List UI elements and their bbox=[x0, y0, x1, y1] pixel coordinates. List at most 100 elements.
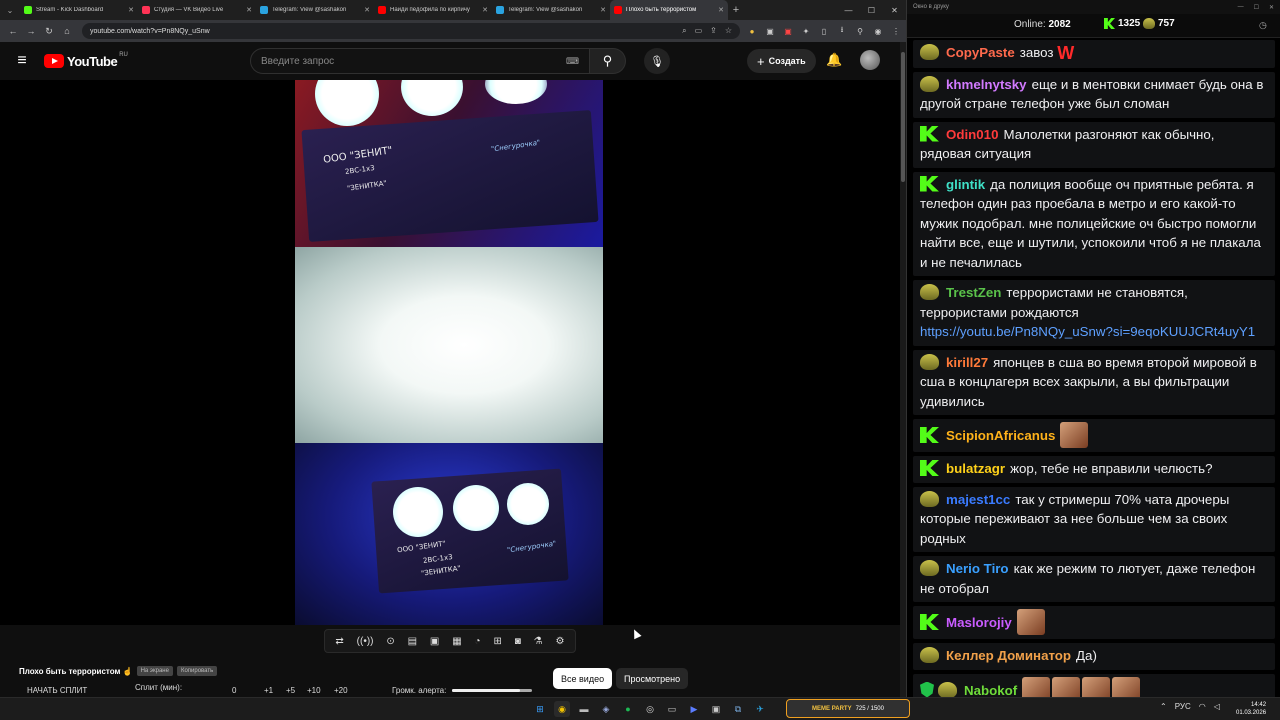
youtube-logo[interactable]: YouTube RU bbox=[44, 52, 128, 69]
chat-message[interactable]: TrestZen террористами не становятся, терр… bbox=[913, 280, 1275, 346]
chat-username[interactable]: CopyPaste bbox=[946, 45, 1015, 60]
minimize-icon[interactable]: — bbox=[1238, 4, 1244, 11]
chat-message[interactable]: Maslorojiy bbox=[913, 606, 1275, 639]
app-icon[interactable]: ⧉ bbox=[730, 701, 746, 717]
wifi-icon[interactable]: ◠ bbox=[1199, 702, 1206, 711]
meme-party-widget[interactable]: MEME PARTY 725 / 1500 bbox=[786, 699, 910, 718]
voice-search-button[interactable]: 🎙 bbox=[644, 48, 670, 74]
maximize-icon[interactable]: ☐ bbox=[1254, 4, 1259, 11]
flask-icon[interactable]: ⚗ bbox=[534, 636, 543, 647]
browser-tab[interactable]: Студия — VK Видео Live ✕ bbox=[138, 0, 256, 20]
bookmark-star-icon[interactable]: ☆ bbox=[725, 26, 732, 36]
picture-in-picture-icon[interactable]: ▣ bbox=[430, 636, 439, 647]
zoom-icon[interactable]: ⌕ bbox=[682, 26, 686, 36]
chat-username[interactable]: Maslorojiy bbox=[946, 615, 1012, 630]
browser-tab[interactable]: Stream - Kick Dashboard ✕ bbox=[20, 0, 138, 20]
chrome-icon[interactable]: ◉ bbox=[554, 701, 570, 717]
broadcast-icon[interactable]: ((•)) bbox=[357, 636, 374, 647]
alert-volume-slider[interactable] bbox=[452, 689, 532, 692]
chat-message[interactable]: CopyPaste завоз W bbox=[913, 40, 1275, 68]
sidepanel-icon[interactable]: ▯ bbox=[818, 25, 830, 37]
avatar[interactable] bbox=[860, 50, 880, 70]
tab-close-icon[interactable]: ✕ bbox=[128, 6, 134, 14]
create-button[interactable]: + Создать bbox=[747, 49, 816, 73]
chat-message[interactable]: kirill27 японцев в сша во время второй ми… bbox=[913, 349, 1275, 415]
extension-icon[interactable]: ⚲ bbox=[854, 25, 866, 37]
browser-tab[interactable]: Плохо быть террористом ✕ bbox=[610, 0, 728, 20]
swap-icon[interactable]: ⇄ bbox=[335, 636, 343, 647]
chat-username[interactable]: bulatzagr bbox=[946, 461, 1005, 476]
back-icon[interactable]: ← bbox=[4, 26, 22, 36]
chat-message[interactable]: ScipionAfricanus bbox=[913, 419, 1275, 452]
tab-close-icon[interactable]: ✕ bbox=[364, 6, 370, 14]
tab-close-icon[interactable]: ✕ bbox=[600, 6, 606, 14]
tab-close-icon[interactable]: ✕ bbox=[482, 6, 488, 14]
clock-icon[interactable]: ◷ bbox=[1259, 20, 1267, 31]
url-field[interactable]: youtube.com/watch?v=Pn8NQy_uSnw ⌕ ▭ ⇪ ☆ bbox=[82, 23, 740, 39]
speedometer-icon[interactable]: ◔ bbox=[475, 636, 481, 647]
start-split-button[interactable]: НАЧАТЬ СПЛИТ bbox=[27, 686, 87, 695]
chat-message[interactable]: Nerio Tiro как же режим то лютует, даже т… bbox=[913, 556, 1275, 602]
film-strip-icon[interactable]: ▦ bbox=[452, 636, 461, 647]
tab-close-icon[interactable]: ✕ bbox=[718, 6, 724, 14]
extension-icon[interactable]: ▣ bbox=[782, 25, 794, 37]
volume-icon[interactable]: ◁ bbox=[1214, 702, 1220, 711]
reload-icon[interactable]: ↻ bbox=[40, 26, 58, 37]
chat-username[interactable]: Nerio Tiro bbox=[946, 561, 1009, 576]
browser-tab[interactable]: Найди педофила по кирпичу ✕ bbox=[374, 0, 492, 20]
profile-icon[interactable]: ◉ bbox=[872, 25, 884, 37]
chat-message[interactable]: khmelnytsky еще и в ментовки снимает будь… bbox=[913, 71, 1275, 118]
overlay-eye-icon[interactable]: ⊙ bbox=[386, 636, 394, 647]
spotify-icon[interactable]: ● bbox=[620, 701, 636, 717]
language-indicator[interactable]: РУС bbox=[1175, 702, 1191, 711]
scrollbar-thumb[interactable] bbox=[901, 52, 905, 182]
split-plus-10-button[interactable]: +10 bbox=[307, 686, 321, 695]
split-plus-1-button[interactable]: +1 bbox=[264, 686, 273, 695]
steam-icon[interactable]: ◈ bbox=[598, 701, 614, 717]
chat-username[interactable]: ScipionAfricanus bbox=[946, 428, 1055, 443]
hamburger-menu-icon[interactable]: ≡ bbox=[0, 52, 44, 70]
split-plus-5-button[interactable]: +5 bbox=[286, 686, 295, 695]
copy-button[interactable]: Копировать bbox=[176, 666, 218, 676]
home-icon[interactable]: ⌂ bbox=[58, 26, 76, 36]
add-scene-icon[interactable]: ⊞ bbox=[493, 636, 501, 647]
telegram-icon[interactable]: ✈ bbox=[752, 701, 768, 717]
tray-expand-icon[interactable]: ⌃ bbox=[1160, 702, 1167, 711]
chat-link[interactable]: https://youtu.be/Pn8NQy_uSnw?si=9eqoKUUJ… bbox=[920, 324, 1255, 339]
windows-start-icon[interactable]: ⊞ bbox=[532, 701, 548, 717]
split-plus-20-button[interactable]: +20 bbox=[334, 686, 348, 695]
search-input[interactable]: Введите запрос ⌨ bbox=[250, 48, 590, 74]
cast-icon[interactable]: ▭ bbox=[695, 26, 703, 36]
close-icon[interactable]: ✕ bbox=[883, 6, 906, 15]
on-screen-button[interactable]: На экране bbox=[136, 666, 173, 676]
app-icon[interactable]: ▣ bbox=[708, 701, 724, 717]
chat-username[interactable]: kirill27 bbox=[946, 355, 988, 370]
chat-message[interactable]: glintik да полиция вообще оч приятные реб… bbox=[913, 171, 1275, 276]
camera-icon[interactable]: ◙ bbox=[515, 636, 521, 647]
chat-username[interactable]: Odin010 bbox=[946, 127, 998, 142]
obs-icon[interactable]: ◎ bbox=[642, 701, 658, 717]
browser-tab[interactable]: Telegram: View @sashakon ✕ bbox=[492, 0, 610, 20]
browser-tab[interactable]: Telegram: View @sashakon ✕ bbox=[256, 0, 374, 20]
extension-icon[interactable]: ▣ bbox=[764, 25, 776, 37]
chat-message[interactable]: Odin010 Малолетки разгоняют как обычно, р… bbox=[913, 121, 1275, 168]
maximize-icon[interactable]: ☐ bbox=[860, 6, 883, 15]
chat-username[interactable]: Nabokof bbox=[964, 683, 1017, 698]
chat-username[interactable]: glintik bbox=[946, 177, 985, 192]
clapperboard-icon[interactable]: ▤ bbox=[408, 636, 417, 647]
minimize-icon[interactable]: — bbox=[837, 6, 860, 15]
tab-close-icon[interactable]: ✕ bbox=[246, 6, 252, 14]
app-icon[interactable]: ▶ bbox=[686, 701, 702, 717]
chat-username[interactable]: majest1cc bbox=[946, 492, 1010, 507]
chat-message[interactable]: Келлер Доминатор Да) bbox=[913, 643, 1275, 670]
share-icon[interactable]: ⇪ bbox=[710, 26, 717, 36]
extension-icon[interactable]: ● bbox=[746, 25, 758, 37]
chat-username[interactable]: TrestZen bbox=[946, 285, 1001, 300]
settings-gear-icon[interactable]: ⚙ bbox=[555, 636, 564, 647]
download-icon[interactable]: ⭳ bbox=[836, 25, 848, 37]
explorer-icon[interactable]: ▬ bbox=[576, 701, 592, 717]
taskbar-clock[interactable]: 14:42 01.03.2026 bbox=[1236, 701, 1266, 717]
chat-message[interactable]: bulatzagr жор, тебе не вправили челюсть? bbox=[913, 456, 1275, 483]
forward-icon[interactable]: → bbox=[22, 26, 40, 36]
close-icon[interactable]: ✕ bbox=[1269, 4, 1274, 11]
